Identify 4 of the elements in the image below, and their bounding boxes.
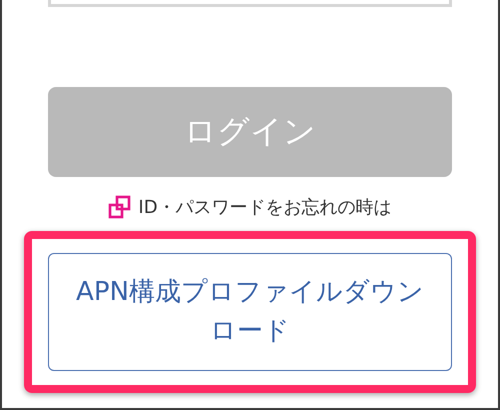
forgot-password-link[interactable]: ID・パスワードをお忘れの時は [138,195,392,219]
windows-icon [108,195,132,219]
input-field[interactable] [48,0,452,7]
apn-profile-button[interactable]: APN構成プロファイルダウンロード [48,253,452,371]
